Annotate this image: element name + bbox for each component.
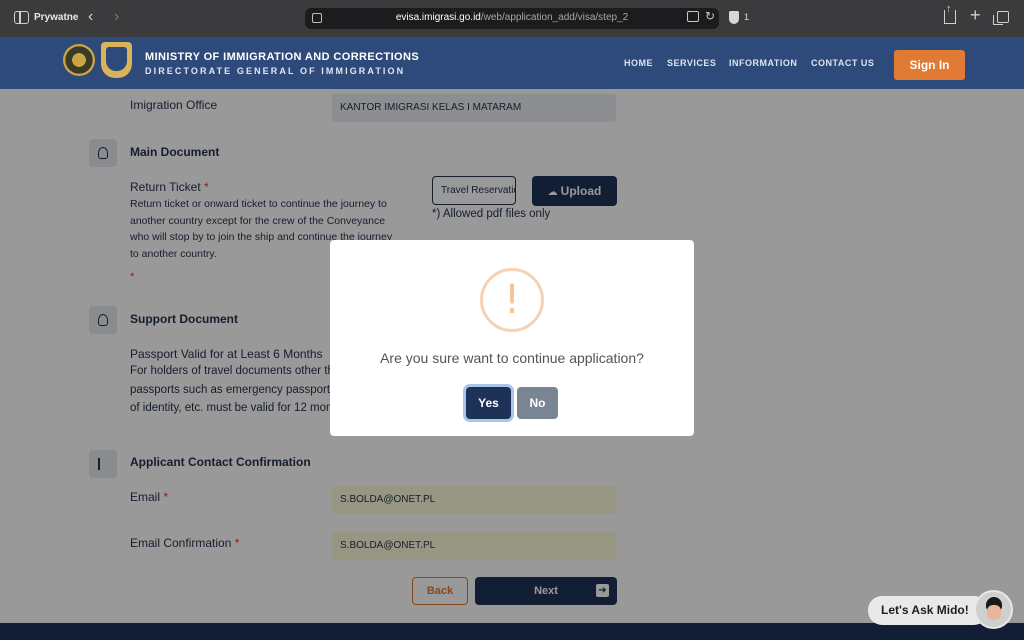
ministry-title: MINISTRY OF IMMIGRATION AND CORRECTIONS [145, 51, 420, 63]
confirmation-dialog: ! Are you sure want to continue applicat… [330, 240, 694, 436]
yes-button[interactable]: Yes [466, 387, 511, 419]
back-arrow-icon[interactable]: ‹ [88, 8, 93, 26]
chat-widget-label[interactable]: Let's Ask Mido! [868, 596, 988, 625]
url-text[interactable]: evisa.imigrasi.go.id/web/application_add… [305, 12, 719, 23]
share-icon[interactable] [944, 3, 956, 24]
nav-home[interactable]: HOME [624, 58, 653, 68]
forward-arrow-icon[interactable]: › [114, 8, 119, 26]
url-host: evisa.imigrasi.go.id [395, 12, 481, 23]
nav-information[interactable]: INFORMATION [729, 58, 797, 68]
ministry-subtitle: DIRECTORATE GENERAL OF IMMIGRATION [145, 66, 406, 76]
dialog-question: Are you sure want to continue applicatio… [380, 350, 644, 366]
new-tab-icon[interactable]: + [970, 5, 981, 26]
no-button[interactable]: No [517, 387, 558, 419]
nav-services[interactable]: SERVICES [667, 58, 716, 68]
reload-icon[interactable]: ↻ [705, 9, 715, 23]
address-bar[interactable]: evisa.imigrasi.go.id/web/application_add… [305, 8, 719, 29]
warning-icon: ! [480, 268, 544, 332]
browser-toolbar: Prywatne ‹ › evisa.imigrasi.go.id/web/ap… [0, 0, 1024, 37]
private-mode-label[interactable]: Prywatne [34, 12, 78, 23]
immigration-emblem-logo[interactable] [101, 42, 132, 78]
sidebar-toggle-icon[interactable] [14, 11, 29, 24]
tab-overview-icon[interactable] [993, 11, 1009, 25]
sign-in-button[interactable]: Sign In [894, 50, 965, 80]
privacy-shield-icon[interactable] [729, 11, 739, 24]
url-path: /web/application_add/visa/step_2 [480, 12, 629, 23]
translate-icon[interactable] [687, 11, 699, 22]
chat-avatar[interactable] [974, 590, 1013, 629]
privacy-count: 1 [744, 12, 750, 22]
ministry-emblem-logo[interactable] [63, 44, 95, 76]
nav-contact-us[interactable]: CONTACT US [811, 58, 874, 68]
